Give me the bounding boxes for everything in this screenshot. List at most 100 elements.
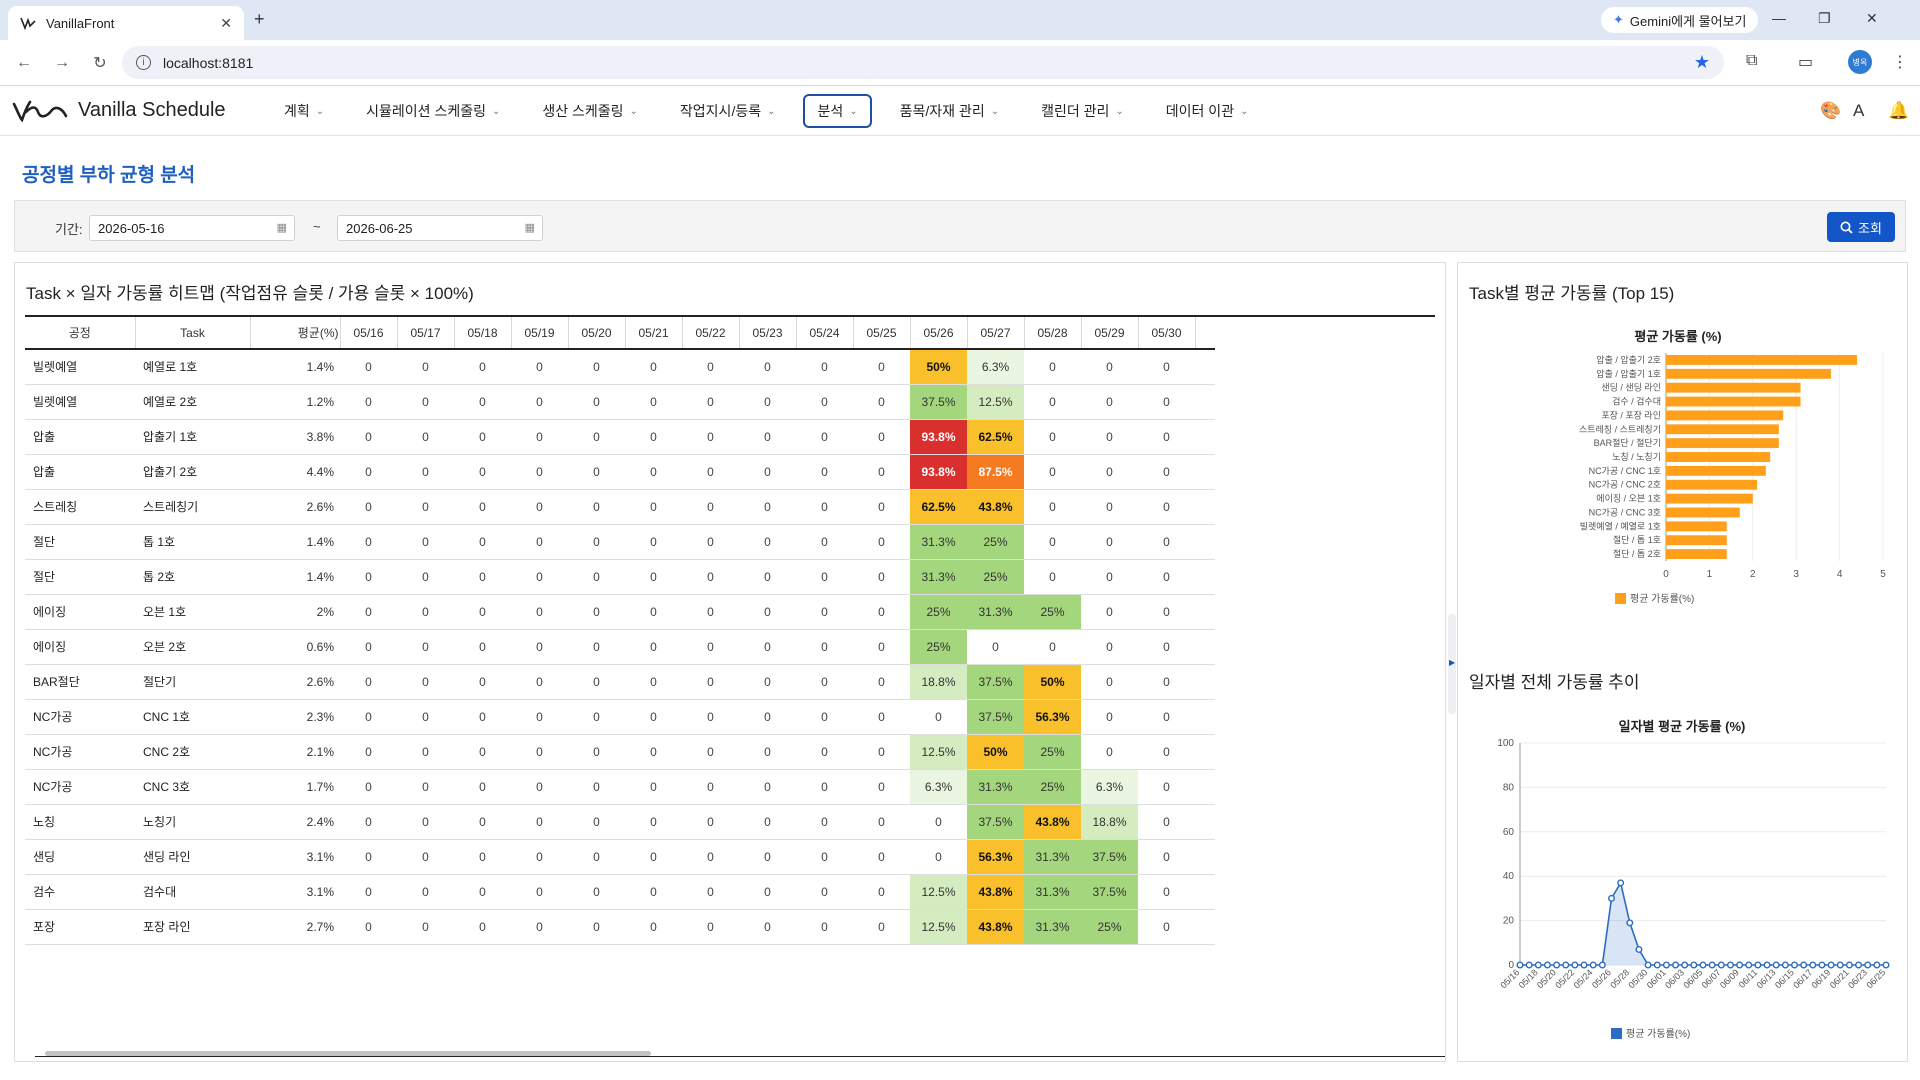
heat-cell: 43.8% [1024,804,1081,840]
column-header[interactable]: 05/17 [397,317,455,350]
column-header[interactable]: 05/28 [1024,317,1082,350]
table-row[interactable]: 절단 톱 2호 1.4% 0 0 0 0 0 0 0 0 0 0 31.3% 25% 0 0 0 [25,559,1215,595]
horizontal-scrollbar[interactable] [35,1049,1445,1057]
heat-cell: 12.5% [967,384,1024,420]
menu-item-2[interactable]: 생산 스케줄링 ⌄ [528,94,652,128]
new-tab-icon[interactable]: + [254,9,265,30]
extensions-icon[interactable]: ⧉ [1746,52,1757,70]
menu-item-7[interactable]: 데이터 이관 ⌄ [1152,94,1263,128]
heat-cell: 31.3% [967,769,1024,805]
end-date-input[interactable]: 2026-06-25 ▦ [337,215,543,241]
column-header[interactable]: 05/23 [739,317,797,350]
column-header[interactable]: 공정 [25,317,136,350]
browser-tab[interactable]: VanillaFront ✕ [8,6,244,40]
minimize-icon[interactable]: — [1772,10,1786,26]
table-row[interactable]: BAR절단 절단기 2.6% 0 0 0 0 0 0 0 0 0 0 18.8% 37.5% 50% 0 0 [25,664,1215,700]
heat-cell: 0 [511,839,568,875]
row-spacer [1195,454,1215,490]
table-row[interactable]: NC가공 CNC 1호 2.3% 0 0 0 0 0 0 0 0 0 0 0 37.5% 56.3% 0 0 [25,699,1215,735]
menu-item-4[interactable]: 분석 ⌄ [803,94,872,128]
table-row[interactable]: 포장 포장 라인 2.7% 0 0 0 0 0 0 0 0 0 0 12.5% 43.8% 31.3% 25% 0 [25,909,1215,945]
table-row[interactable]: NC가공 CNC 3호 1.7% 0 0 0 0 0 0 0 0 0 0 6.3% 31.3% 25% 6.3%… [25,769,1215,805]
restore-icon[interactable]: ❐ [1818,10,1831,27]
palette-icon[interactable]: 🎨 [1820,101,1841,121]
table-row[interactable]: 검수 검수대 3.1% 0 0 0 0 0 0 0 0 0 0 12.5% 43.8% 31.3% 37.5% 0 [25,874,1215,910]
menu-item-0[interactable]: 계획 ⌄ [270,94,338,128]
column-header[interactable]: 05/22 [682,317,740,350]
heat-cell: 0 [1024,454,1081,490]
data-point [1562,961,1570,969]
bookmark-star-icon[interactable]: ★ [1694,52,1710,73]
column-header[interactable]: 05/16 [340,317,398,350]
table-row[interactable]: 스트레칭 스트레칭기 2.6% 0 0 0 0 0 0 0 0 0 0 62.5% 43.8% 0 0 0 [25,489,1215,525]
x-tick-label: 06/17 [1791,967,1814,990]
table-row[interactable]: 빌렛예열 예열로 2호 1.2% 0 0 0 0 0 0 0 0 0 0 37.5% 12.5% 0 0 0 [25,384,1215,420]
column-header[interactable]: 05/25 [853,317,911,350]
font-size-icon[interactable]: A [1853,101,1864,121]
heat-cell: 0 [625,769,682,805]
heat-cell: 0 [397,804,454,840]
chevron-down-icon: ⌄ [491,105,501,117]
bar [1666,355,1857,365]
heat-cell: 0 [1138,874,1195,910]
heat-cell: 0 [1081,699,1138,735]
menu-item-3[interactable]: 작업지시/등록 ⌄ [666,94,790,128]
column-header[interactable]: 05/24 [796,317,854,350]
cast-icon[interactable]: ▭ [1798,52,1813,72]
column-header[interactable]: 05/27 [967,317,1025,350]
window-close-icon[interactable]: ✕ [1866,10,1878,27]
heatmap-table-container[interactable]: 공정 Task 평균(%) 05/16 05/17 05/18 05/19 05/20 05/2… [25,315,1435,1051]
table-row[interactable]: 절단 톱 1호 1.4% 0 0 0 0 0 0 0 0 0 0 31.3% 25% 0 0 0 [25,524,1215,560]
start-date-input[interactable]: 2026-05-16 ▦ [89,215,295,241]
heat-cell: 0 [1081,524,1138,560]
search-button[interactable]: 조회 [1827,212,1895,242]
x-tick-label: 05/18 [1517,967,1540,990]
back-icon[interactable]: ← [10,54,38,72]
heat-cell: 0 [796,699,853,735]
table-row[interactable]: 에이징 오븐 2호 0.6% 0 0 0 0 0 0 0 0 0 0 25% 0 0 0 0 [25,629,1215,665]
reload-icon[interactable]: ↻ [86,53,114,73]
browser-menu-icon[interactable]: ⋮ [1892,52,1908,72]
data-point [1534,961,1542,969]
heat-cell: 0 [853,489,910,525]
menu-item-6[interactable]: 캘린더 관리 ⌄ [1027,94,1138,128]
heat-cell: 0 [796,769,853,805]
table-row[interactable]: 에이징 오븐 1호 2% 0 0 0 0 0 0 0 0 0 0 25% 31.3% 25% 0 0 [25,594,1215,630]
table-row[interactable]: 압출 압출기 2호 4.4% 0 0 0 0 0 0 0 0 0 0 93.8% 87.5% 0 0 0 [25,454,1215,490]
forward-icon[interactable]: → [48,54,76,72]
column-header[interactable]: 05/21 [625,317,683,350]
profile-avatar[interactable]: 병옥 [1848,50,1872,74]
table-row[interactable]: 노칭 노칭기 2.4% 0 0 0 0 0 0 0 0 0 0 0 37.5% 43.8% 18.8% 0 [25,804,1215,840]
menu-item-1[interactable]: 시뮬레이션 스케줄링 ⌄ [352,94,514,128]
heat-cell: 0 [1024,524,1081,560]
table-row[interactable]: 빌렛예열 예열로 1호 1.4% 0 0 0 0 0 0 0 0 0 0 50% 6.3% 0 0 0 [25,349,1215,385]
notification-bell-icon[interactable]: 🔔 [1888,101,1909,121]
column-header[interactable]: 평균(%) [250,317,341,350]
task-cell: 샌딩 라인 [135,839,250,875]
column-header[interactable]: 05/18 [454,317,512,350]
panel-collapse-handle[interactable]: ▶ [1448,614,1456,714]
column-header[interactable]: 05/30 [1138,317,1196,350]
heat-cell: 0 [682,909,739,945]
heat-cell: 0 [625,874,682,910]
close-tab-icon[interactable]: ✕ [220,15,232,32]
heat-cell: 0 [1024,489,1081,525]
y-tick-label: 100 [1497,738,1514,749]
heat-cell: 0 [1138,839,1195,875]
address-bar[interactable]: i localhost:8181 ★ [122,46,1724,79]
calendar-icon[interactable]: ▦ [525,221,535,234]
table-row[interactable]: 샌딩 샌딩 라인 3.1% 0 0 0 0 0 0 0 0 0 0 0 56.3% 31.3% 37.5% 0 [25,839,1215,875]
column-header[interactable]: Task [135,317,251,350]
calendar-icon[interactable]: ▦ [277,221,287,234]
gemini-button[interactable]: ✦ Gemini에게 물어보기 [1601,7,1759,33]
row-spacer [1195,629,1215,665]
column-header[interactable]: 05/26 [910,317,968,350]
menu-item-5[interactable]: 품목/자재 관리 ⌄ [886,94,1013,128]
table-row[interactable]: NC가공 CNC 2호 2.1% 0 0 0 0 0 0 0 0 0 0 12.5% 50% 25% 0 0 [25,734,1215,770]
column-header[interactable]: 05/20 [568,317,626,350]
column-header[interactable]: 05/19 [511,317,569,350]
column-header[interactable]: 05/29 [1081,317,1139,350]
table-row[interactable]: 압출 압출기 1호 3.8% 0 0 0 0 0 0 0 0 0 0 93.8% 62.5% 0 0 0 [25,419,1215,455]
site-info-icon[interactable]: i [136,55,151,70]
heat-cell: 0 [682,629,739,665]
